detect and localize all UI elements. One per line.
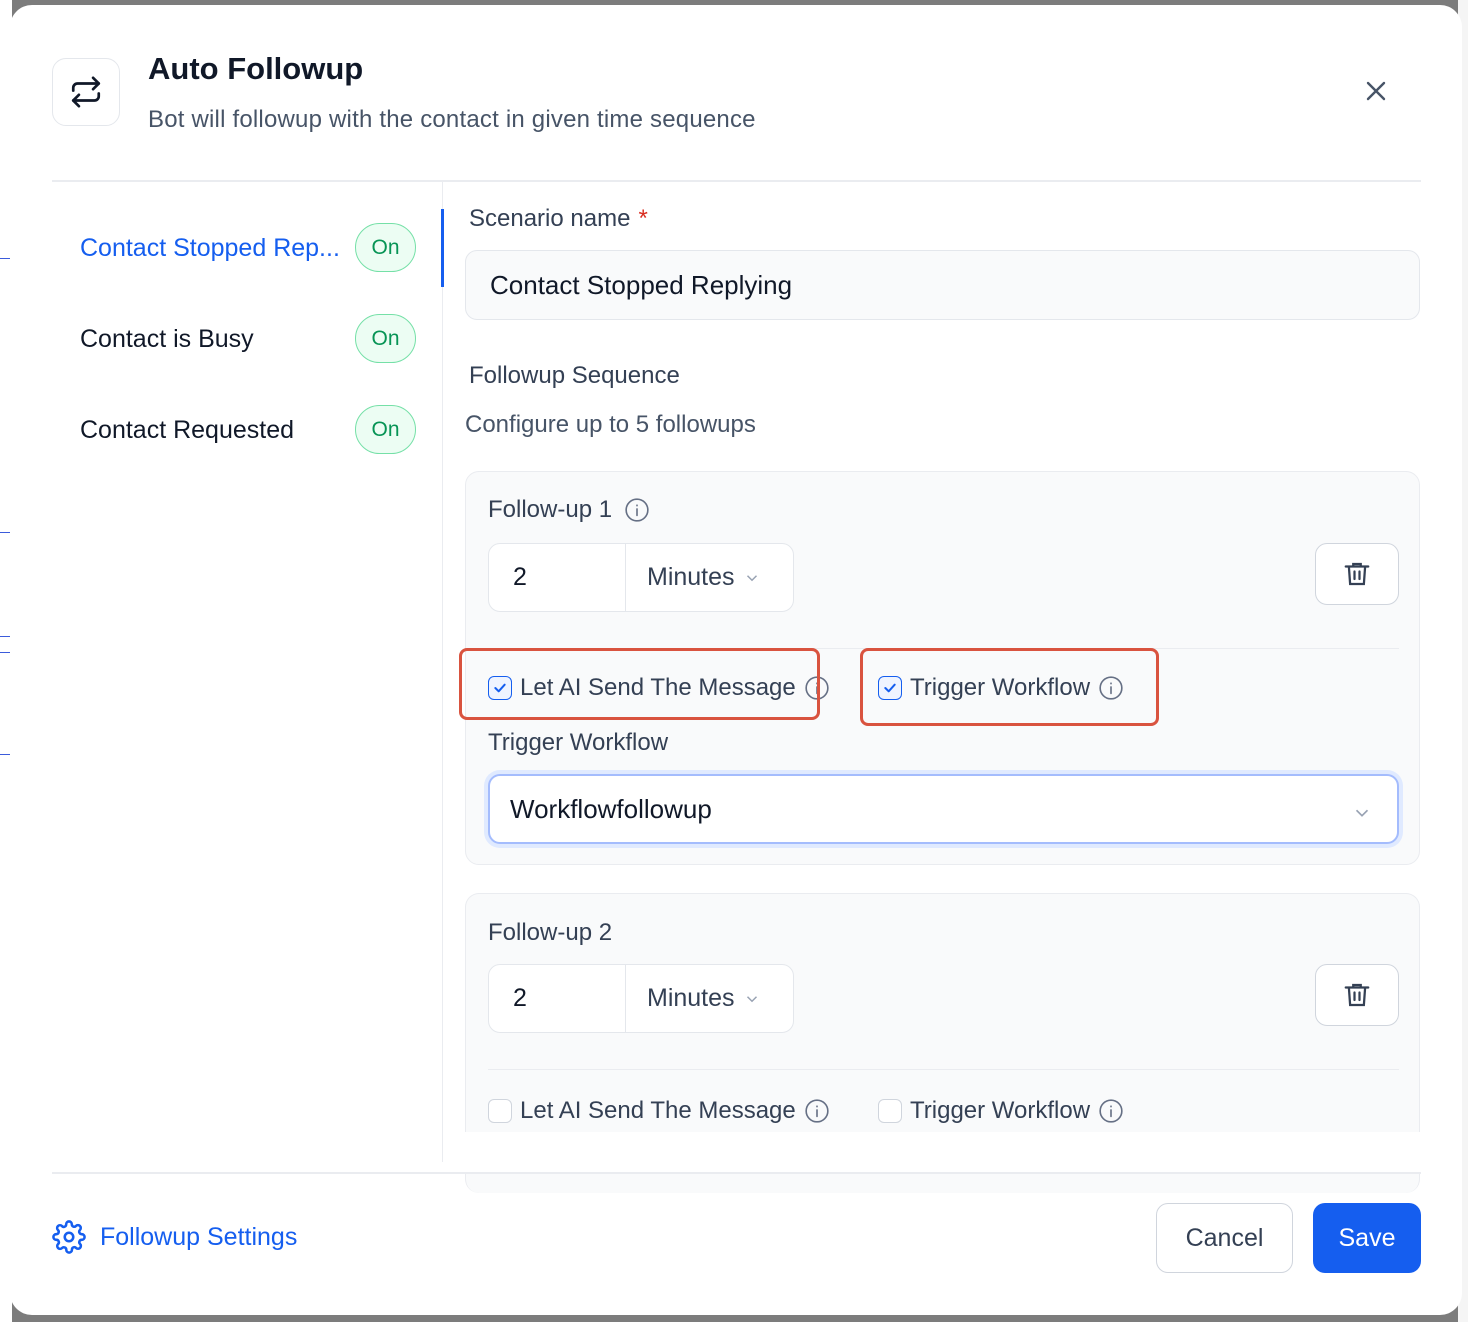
delete-followup-button[interactable] <box>1315 543 1399 605</box>
workflow-select[interactable]: Workflowfollowup <box>488 774 1399 844</box>
info-icon[interactable] <box>804 1098 830 1124</box>
scenario-label: Contact is Busy <box>80 324 254 353</box>
trigger-workflow-option: Trigger Workflow <box>878 1097 1124 1125</box>
delay-unit-select[interactable]: Minutes <box>626 965 793 1032</box>
chevron-down-icon <box>743 569 761 587</box>
background-line <box>0 636 10 637</box>
card-divider <box>488 1069 1399 1070</box>
scenario-name-input[interactable]: Contact Stopped Replying <box>465 250 1420 320</box>
scroll-clip <box>444 1132 1462 1172</box>
close-button[interactable] <box>1360 75 1392 107</box>
let-ai-send-option: Let AI Send The Message <box>488 1097 830 1125</box>
cancel-button[interactable]: Cancel <box>1156 1203 1293 1273</box>
followup-title: Follow-up 2 <box>488 919 613 946</box>
close-icon <box>1366 81 1386 101</box>
scenario-item-contact-is-busy[interactable]: Contact is Busy On <box>80 314 420 364</box>
scenario-label: Contact Stopped Rep... <box>80 233 340 262</box>
repeat-icon <box>52 58 120 126</box>
let-ai-send-label: Let AI Send The Message <box>520 1097 796 1124</box>
chevron-down-icon <box>1351 800 1373 831</box>
followup-title-text: Follow-up 1 <box>488 496 613 523</box>
modal-title: Auto Followup <box>148 51 364 86</box>
delay-unit-value: Minutes <box>647 563 735 591</box>
scenario-name-label-text: Scenario name <box>469 205 631 232</box>
background-line <box>0 652 10 653</box>
gear-icon <box>52 1220 86 1254</box>
delay-value-input[interactable]: 2 <box>489 965 626 1032</box>
delay-unit-value: Minutes <box>647 984 735 1012</box>
background-line <box>0 258 10 259</box>
save-button[interactable]: Save <box>1313 1203 1421 1273</box>
followup-title: Follow-up 1 <box>488 496 650 524</box>
footer-divider <box>52 1172 1421 1174</box>
followup-settings-link[interactable]: Followup Settings <box>52 1220 297 1254</box>
trigger-workflow-label: Trigger Workflow <box>910 1097 1091 1124</box>
active-scenario-indicator <box>441 209 444 287</box>
status-badge: On <box>355 223 416 272</box>
highlight-annotation <box>860 648 1159 726</box>
trigger-workflow-field-label: Trigger Workflow <box>488 729 669 756</box>
info-icon[interactable] <box>1098 1098 1124 1124</box>
info-icon[interactable] <box>624 497 650 523</box>
followup-card-1: Follow-up 1 2 Minutes Let AI Send The Me… <box>459 471 1420 865</box>
header-divider <box>52 180 1421 182</box>
scenario-item-contact-requested[interactable]: Contact Requested On <box>80 405 420 455</box>
followup-settings-label: Followup Settings <box>100 1222 298 1251</box>
let-ai-send-checkbox[interactable] <box>488 1099 512 1123</box>
delay-value-input[interactable]: 2 <box>489 544 626 611</box>
scenario-item-contact-stopped-replying[interactable]: Contact Stopped Rep... On <box>80 223 420 273</box>
followup-sequence-title: Followup Sequence <box>469 362 680 389</box>
delete-followup-button[interactable] <box>1315 964 1399 1026</box>
scenario-label: Contact Requested <box>80 415 295 444</box>
auto-followup-modal: Auto Followup Bot will followup with the… <box>10 5 1462 1315</box>
status-badge: On <box>355 314 416 363</box>
modal-subtitle: Bot will followup with the contact in gi… <box>148 106 756 133</box>
required-marker: * <box>638 205 648 232</box>
background-line <box>0 754 10 755</box>
scenario-name-label: Scenario name * <box>469 205 648 233</box>
highlight-annotation <box>459 648 820 720</box>
chevron-down-icon <box>743 990 761 1008</box>
delay-input-group: 2 Minutes <box>488 543 794 612</box>
delay-input-group: 2 Minutes <box>488 964 794 1033</box>
panel-divider <box>442 182 443 1162</box>
trigger-workflow-checkbox[interactable] <box>878 1099 902 1123</box>
followup-sequence-help: Configure up to 5 followups <box>465 411 756 438</box>
trash-icon <box>1344 983 1370 1007</box>
workflow-select-value: Workflowfollowup <box>510 793 712 824</box>
trash-icon <box>1344 562 1370 586</box>
status-badge: On <box>355 405 416 454</box>
background-line <box>0 532 10 533</box>
delay-unit-select[interactable]: Minutes <box>626 544 793 611</box>
